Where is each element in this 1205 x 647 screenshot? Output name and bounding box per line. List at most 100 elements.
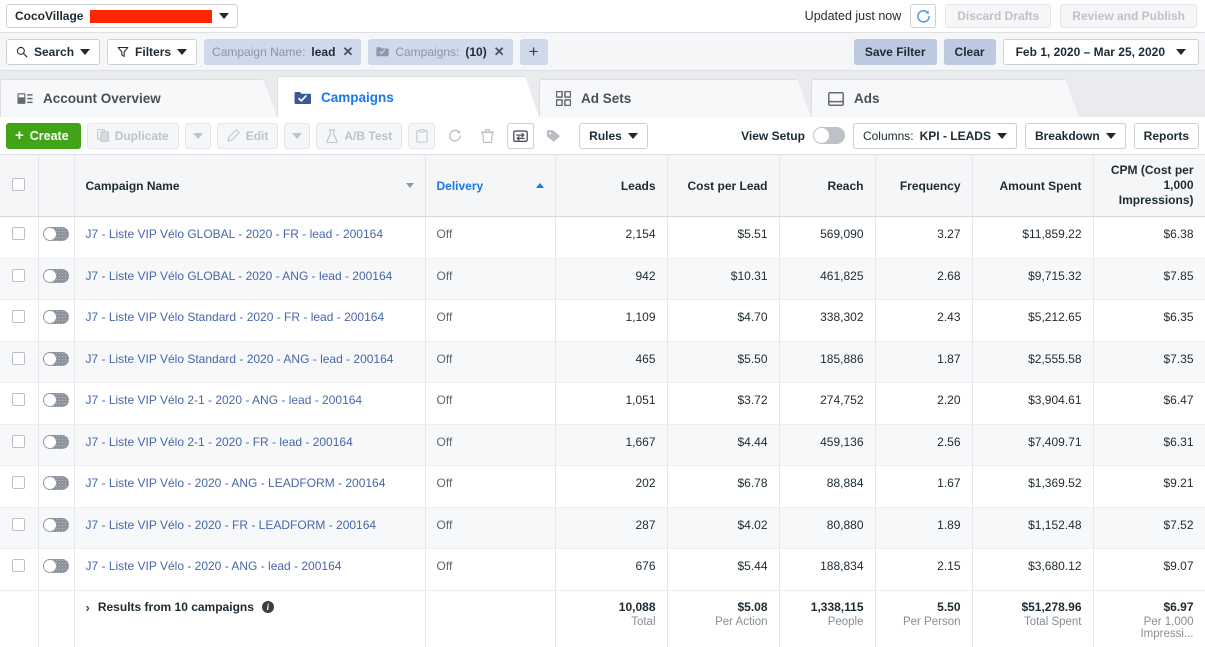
- chevron-down-icon[interactable]: [406, 183, 414, 188]
- campaign-name-cell[interactable]: J7 - Liste VIP Vélo 2-1 - 2020 - ANG - l…: [74, 383, 425, 425]
- row-select-cell[interactable]: [0, 258, 38, 300]
- campaign-name-cell[interactable]: J7 - Liste VIP Vélo GLOBAL - 2020 - FR -…: [74, 217, 425, 259]
- clear-filter-button[interactable]: Clear: [944, 39, 996, 65]
- table-row[interactable]: J7 - Liste VIP Vélo - 2020 - ANG - lead …: [0, 549, 1205, 591]
- row-status-cell[interactable]: [38, 258, 74, 300]
- chevron-right-icon[interactable]: ›: [86, 600, 90, 615]
- review-and-publish-button[interactable]: Review and Publish: [1060, 4, 1197, 28]
- row-checkbox[interactable]: [12, 518, 25, 531]
- campaign-name-cell[interactable]: J7 - Liste VIP Vélo 2-1 - 2020 - FR - le…: [74, 424, 425, 466]
- campaign-name-link[interactable]: J7 - Liste VIP Vélo Standard - 2020 - FR…: [86, 310, 385, 324]
- filter-chip-campaigns[interactable]: Campaigns: (10) ✕: [368, 39, 512, 65]
- select-all-checkbox[interactable]: [12, 178, 25, 191]
- campaign-name-cell[interactable]: J7 - Liste VIP Vélo Standard - 2020 - FR…: [74, 300, 425, 342]
- filter-chip-campaign-name[interactable]: Campaign Name: lead ✕: [204, 39, 361, 65]
- campaign-name-link[interactable]: J7 - Liste VIP Vélo Standard - 2020 - AN…: [86, 352, 394, 366]
- campaign-name-link[interactable]: J7 - Liste VIP Vélo - 2020 - ANG - lead …: [86, 559, 342, 573]
- account-selector[interactable]: CocoVillage: [6, 4, 238, 28]
- add-filter-button[interactable]: +: [520, 39, 548, 65]
- breakdown-button[interactable]: Breakdown: [1025, 123, 1126, 149]
- ab-test-button[interactable]: A/B Test: [316, 123, 402, 149]
- row-status-cell[interactable]: [38, 549, 74, 591]
- delete-button[interactable]: [474, 123, 501, 149]
- save-filter-button[interactable]: Save Filter: [854, 39, 937, 65]
- tab-account-overview[interactable]: Account Overview: [0, 79, 277, 117]
- campaign-name-link[interactable]: J7 - Liste VIP Vélo - 2020 - FR - LEADFO…: [86, 518, 377, 532]
- search-button[interactable]: Search: [6, 39, 100, 65]
- campaign-name-cell[interactable]: J7 - Liste VIP Vélo GLOBAL - 2020 - ANG …: [74, 258, 425, 300]
- row-status-cell[interactable]: [38, 217, 74, 259]
- row-status-cell[interactable]: [38, 424, 74, 466]
- delivery-header[interactable]: Delivery: [425, 155, 555, 217]
- date-range-picker[interactable]: Feb 1, 2020 – Mar 25, 2020: [1003, 39, 1199, 65]
- close-icon[interactable]: ✕: [494, 44, 505, 60]
- campaign-status-toggle[interactable]: [43, 269, 69, 283]
- campaign-status-toggle[interactable]: [43, 435, 69, 449]
- campaign-status-toggle[interactable]: [43, 352, 69, 366]
- row-checkbox[interactable]: [12, 393, 25, 406]
- campaign-status-toggle[interactable]: [43, 476, 69, 490]
- campaign-name-header[interactable]: Campaign Name: [74, 155, 425, 217]
- table-row[interactable]: J7 - Liste VIP Vélo GLOBAL - 2020 - FR -…: [0, 217, 1205, 259]
- table-row[interactable]: J7 - Liste VIP Vélo 2-1 - 2020 - ANG - l…: [0, 383, 1205, 425]
- refresh-circle-button[interactable]: [441, 123, 468, 149]
- campaign-name-cell[interactable]: J7 - Liste VIP Vélo - 2020 - FR - LEADFO…: [74, 507, 425, 549]
- rules-button[interactable]: Rules: [579, 123, 648, 149]
- row-checkbox[interactable]: [12, 476, 25, 489]
- select-all-header[interactable]: [0, 155, 38, 217]
- row-status-cell[interactable]: [38, 507, 74, 549]
- campaign-status-toggle[interactable]: [43, 310, 69, 324]
- campaign-name-cell[interactable]: J7 - Liste VIP Vélo - 2020 - ANG - lead …: [74, 549, 425, 591]
- row-checkbox[interactable]: [12, 227, 25, 240]
- duplicate-dropdown-button[interactable]: [185, 123, 211, 149]
- reach-header[interactable]: Reach: [779, 155, 875, 217]
- row-select-cell[interactable]: [0, 424, 38, 466]
- row-select-cell[interactable]: [0, 383, 38, 425]
- discard-drafts-button[interactable]: Discard Drafts: [945, 4, 1051, 28]
- tab-ad-sets[interactable]: Ad Sets: [539, 79, 811, 117]
- campaign-name-link[interactable]: J7 - Liste VIP Vélo 2-1 - 2020 - ANG - l…: [86, 393, 363, 407]
- transfer-budget-button[interactable]: [507, 123, 534, 149]
- row-status-cell[interactable]: [38, 383, 74, 425]
- row-checkbox[interactable]: [12, 310, 25, 323]
- campaign-status-toggle[interactable]: [43, 393, 69, 407]
- tab-ads[interactable]: Ads: [811, 79, 1079, 117]
- campaign-name-link[interactable]: J7 - Liste VIP Vélo - 2020 - ANG - LEADF…: [86, 476, 386, 490]
- row-select-cell[interactable]: [0, 549, 38, 591]
- row-checkbox[interactable]: [12, 435, 25, 448]
- row-select-cell[interactable]: [0, 466, 38, 508]
- campaign-status-toggle[interactable]: [43, 227, 69, 241]
- row-select-cell[interactable]: [0, 217, 38, 259]
- amount-spent-header[interactable]: Amount Spent: [972, 155, 1093, 217]
- edit-dropdown-button[interactable]: [284, 123, 310, 149]
- row-select-cell[interactable]: [0, 341, 38, 383]
- table-row[interactable]: J7 - Liste VIP Vélo Standard - 2020 - FR…: [0, 300, 1205, 342]
- frequency-header[interactable]: Frequency: [875, 155, 972, 217]
- row-status-cell[interactable]: [38, 466, 74, 508]
- campaign-status-toggle[interactable]: [43, 559, 69, 573]
- clipboard-button[interactable]: [408, 123, 435, 149]
- cpm-header[interactable]: CPM (Cost per 1,000 Impressions): [1093, 155, 1205, 217]
- table-row[interactable]: J7 - Liste VIP Vélo 2-1 - 2020 - FR - le…: [0, 424, 1205, 466]
- row-select-cell[interactable]: [0, 507, 38, 549]
- table-row[interactable]: J7 - Liste VIP Vélo - 2020 - ANG - LEADF…: [0, 466, 1205, 508]
- row-status-cell[interactable]: [38, 341, 74, 383]
- tab-campaigns[interactable]: Campaigns: [277, 76, 539, 117]
- create-button[interactable]: + Create: [6, 123, 81, 149]
- row-status-cell[interactable]: [38, 300, 74, 342]
- info-icon[interactable]: i: [262, 601, 274, 613]
- campaign-name-cell[interactable]: J7 - Liste VIP Vélo Standard - 2020 - AN…: [74, 341, 425, 383]
- filters-button[interactable]: Filters: [107, 39, 197, 65]
- row-select-cell[interactable]: [0, 300, 38, 342]
- tag-button[interactable]: [540, 123, 567, 149]
- close-icon[interactable]: ✕: [342, 44, 353, 60]
- reports-button[interactable]: Reports: [1134, 123, 1199, 149]
- campaign-name-cell[interactable]: J7 - Liste VIP Vélo - 2020 - ANG - LEADF…: [74, 466, 425, 508]
- table-row[interactable]: J7 - Liste VIP Vélo Standard - 2020 - AN…: [0, 341, 1205, 383]
- chevron-up-icon[interactable]: [536, 183, 544, 188]
- columns-button[interactable]: Columns: KPI - LEADS: [853, 123, 1017, 149]
- refresh-button[interactable]: [910, 4, 936, 28]
- table-row[interactable]: J7 - Liste VIP Vélo - 2020 - FR - LEADFO…: [0, 507, 1205, 549]
- campaign-name-link[interactable]: J7 - Liste VIP Vélo GLOBAL - 2020 - ANG …: [86, 269, 393, 283]
- row-checkbox[interactable]: [12, 269, 25, 282]
